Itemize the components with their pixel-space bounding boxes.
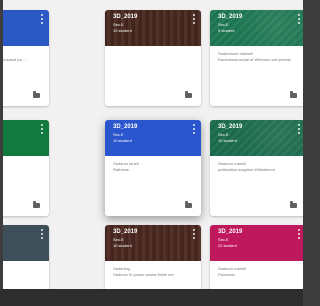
class-card[interactable]: 3D_2019 Sec.E 10 student — [105, 10, 201, 106]
class-student-count: 10 student — [113, 28, 132, 33]
more-options-icon[interactable] — [39, 124, 44, 134]
class-card-header[interactable]: 3D_2019Sec.E9 student — [3, 120, 49, 156]
class-card-header[interactable]: 3D_2019 Sec.E 22 student — [210, 225, 303, 261]
class-section: Sec.E — [113, 237, 124, 242]
class-card-body: Sadening Sadunin Ki prawn sauna tholle me — [113, 266, 195, 278]
class-grid-viewport: 3D_2019Sec.E9 studentSadanur ranchelalha… — [3, 0, 303, 289]
more-options-icon[interactable] — [296, 14, 301, 24]
more-options-icon[interactable] — [296, 124, 301, 134]
more-options-icon[interactable] — [39, 229, 44, 239]
class-card[interactable]: 3D_2019 Sec.E 9 student Saderstone mitchell… — [210, 10, 303, 106]
more-options-icon[interactable] — [296, 229, 301, 239]
class-section: Sec.E — [113, 132, 124, 137]
class-section: Sec.E — [113, 22, 124, 27]
class-card[interactable]: 3D_2019 Sec.E 10 student Sadanur mariell pub… — [210, 120, 303, 216]
class-title[interactable]: 3D_2019 — [113, 124, 137, 131]
class-card-body: Sadanur mariell Pandaurz — [218, 266, 300, 278]
class-card[interactable]: 3D_2019 Sec.E 10 student Sadening Sadunin Ki… — [105, 225, 201, 289]
class-card-header[interactable]: 3D_2019 Sec.E 10 student — [105, 225, 201, 261]
class-section: Sec.E — [218, 132, 229, 137]
folder-icon[interactable] — [290, 91, 297, 98]
class-card-header[interactable]: 3D_2019Sec.E9 student — [3, 225, 49, 261]
class-card-header[interactable]: 3D_2019Sec.E9 student — [210, 10, 303, 46]
class-title[interactable]: 3D_2019 — [218, 14, 242, 21]
class-card-body: Sadanur mariell publication auspitze Will… — [218, 161, 300, 173]
class-card-body: Sadanur mariellTrinamert Ulla — [3, 266, 43, 278]
class-card-header[interactable]: 3D_2019 Sec.E 10 student — [105, 10, 201, 46]
folder-icon[interactable] — [33, 91, 40, 98]
assignment-title[interactable]: Rathiane — [113, 167, 195, 173]
class-card-header[interactable]: 3D_2019Sec.E9 student — [3, 10, 49, 46]
class-title[interactable]: 3D_2019 — [113, 14, 137, 21]
class-card-body: Sadanur ranchelalhardut fethetun pui rau… — [3, 51, 43, 63]
folder-icon[interactable] — [185, 91, 192, 98]
class-card[interactable]: 3D_2019 Sec.E 10 student Sadanur lanell Rath… — [105, 120, 201, 216]
class-title[interactable]: 3D_2019 — [218, 229, 242, 236]
class-card[interactable]: 3D_2019Sec.E9 student — [3, 120, 49, 216]
class-section: Sec.E — [218, 22, 229, 27]
bottom-bar — [0, 289, 303, 306]
more-options-icon[interactable] — [191, 14, 196, 24]
class-card-body: Sadanur lanell Rathiane — [113, 161, 195, 173]
class-section: Sec.E — [218, 237, 229, 242]
class-card[interactable]: 3D_2019Sec.E9 student Sadanur ranchelalha… — [3, 10, 49, 106]
class-title[interactable]: 3D_2019 — [218, 124, 242, 131]
class-title[interactable]: 3D_2019 — [113, 229, 137, 236]
folder-icon[interactable] — [185, 201, 192, 208]
class-card[interactable]: 3D_2019 Sec.E 22 student Sadanur mariell Pan… — [210, 225, 303, 289]
class-card-header[interactable]: 3D_2019 Sec.E 10 student — [210, 120, 303, 156]
class-card-body: Saderstone mitchell Rachwissenschal at We… — [218, 51, 300, 63]
more-options-icon[interactable] — [191, 229, 196, 239]
class-card-header[interactable]: 3D_2019 Sec.E 10 student — [105, 120, 201, 156]
class-student-count: 10 student — [113, 243, 132, 248]
class-student-count: 9 student — [218, 28, 235, 33]
assignment-title[interactable]: Pandaurz — [218, 272, 300, 278]
class-student-count: 10 student — [113, 138, 132, 143]
class-student-count: 22 student — [218, 243, 237, 248]
assignment-title[interactable]: publication auspitze Willkahmon — [218, 167, 300, 173]
assignment-title[interactable]: alhardut fethetun pui rauhsasut pa ... — [3, 57, 43, 63]
more-options-icon[interactable] — [191, 124, 196, 134]
class-card[interactable]: 3D_2019Sec.E9 student Sadanur mariellTrin… — [3, 225, 49, 289]
folder-icon[interactable] — [33, 201, 40, 208]
assignment-title[interactable]: Rachwissenschal at Webraso wal jeweils — [218, 57, 300, 63]
more-options-icon[interactable] — [39, 14, 44, 24]
assignment-title[interactable]: Sadunin Ki prawn sauna tholle me — [113, 272, 195, 278]
assignment-title[interactable]: Trinamert Ulla — [3, 272, 43, 278]
folder-icon[interactable] — [290, 201, 297, 208]
class-student-count: 10 student — [218, 138, 237, 143]
